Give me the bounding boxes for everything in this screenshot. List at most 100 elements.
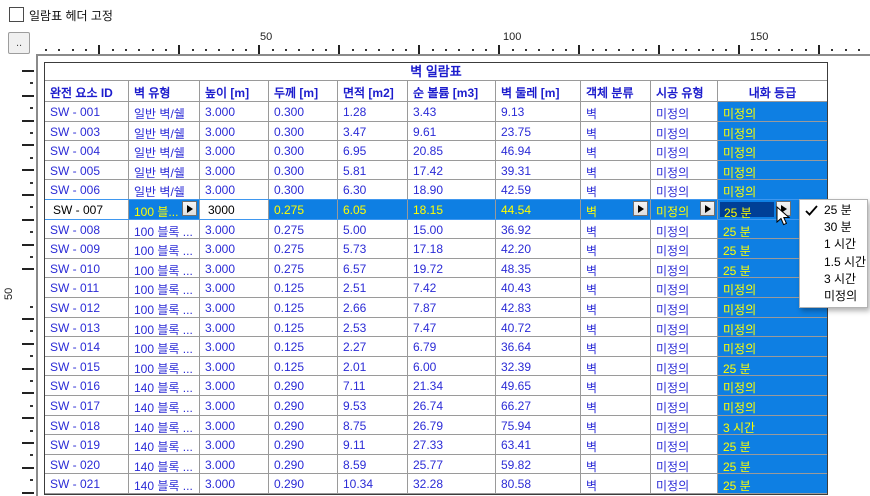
cell-area[interactable]: 5.81 [338,160,408,181]
cell-perimeter[interactable]: 40.72 [496,317,581,338]
cell-perimeter[interactable]: 40.43 [496,278,581,298]
cell-height[interactable]: 3.000 [200,219,269,240]
cell-construction[interactable]: 미정의 [651,337,718,357]
cell-construction[interactable]: 미정의 [651,356,718,377]
cell-construction[interactable]: 미정의 [651,376,718,396]
cell-perimeter[interactable]: 36.64 [496,337,581,357]
col-header-thickness[interactable]: 두께 [m] [269,81,338,101]
dropdown-arrow-button[interactable] [700,201,715,217]
cell-type[interactable]: 140 블록 ... [129,415,200,436]
cell-volume[interactable]: 7.47 [408,317,496,338]
cell-height[interactable]: 3.000 [200,258,269,279]
cell-height[interactable]: 3.000 [200,376,269,396]
cell-construction[interactable]: 미정의 [651,278,718,298]
cell-category[interactable]: 벽 [581,297,651,318]
cell-height[interactable]: 3.000 [200,395,269,416]
cell-fire[interactable]: 미정의 [718,160,827,181]
cell-type[interactable]: 일반 벽/쉘 [129,141,200,161]
cell-thickness[interactable]: 0.290 [269,395,338,416]
cell-fire[interactable]: 25 분 [718,435,827,455]
cell-fire[interactable]: 미정의 [718,376,827,396]
cell-id[interactable]: SW - 012 [45,297,129,318]
col-header-id[interactable]: 완전 요소 ID [45,81,129,101]
cell-thickness[interactable]: 0.275 [269,239,338,259]
cell-fire[interactable]: 미정의 [718,102,827,122]
cell-thickness[interactable]: 0.125 [269,297,338,318]
cell-category[interactable]: 벽 [581,258,651,279]
cell-volume[interactable]: 3.43 [408,102,496,122]
cell-volume[interactable]: 26.79 [408,415,496,436]
cell-perimeter[interactable]: 75.94 [496,415,581,436]
col-header-height[interactable]: 높이 [m] [200,81,269,101]
cell-height[interactable]: 3.000 [200,317,269,338]
cell-type[interactable]: 140 블록 ... [129,435,200,455]
cell-thickness[interactable]: 0.275 [269,219,338,240]
cell-volume[interactable]: 7.42 [408,278,496,298]
cell-volume[interactable]: 20.85 [408,141,496,161]
cell-type[interactable]: 100 블록 ... [129,356,200,377]
cell-type[interactable]: 100 블록 ... [129,297,200,318]
cell-area[interactable]: 6.57 [338,258,408,279]
col-header-construction[interactable]: 시공 유형 [651,81,718,101]
dropdown-item[interactable]: 미정의 [800,288,867,305]
cell-construction[interactable]: 미정의 [651,297,718,318]
cell-construction[interactable]: 미정의 [651,199,718,220]
cell-category[interactable]: 벽 [581,102,651,122]
cell-volume[interactable]: 26.74 [408,395,496,416]
cell-volume[interactable]: 17.18 [408,239,496,259]
cell-fire[interactable]: 미정의 [718,141,827,161]
cell-area[interactable]: 2.51 [338,278,408,298]
dropdown-item[interactable]: 1 시간 [800,236,867,253]
cell-type[interactable]: 100 블록 ... [129,317,200,338]
cell-height[interactable]: 3.000 [200,337,269,357]
cell-type[interactable]: 100 블... [129,199,200,220]
cell-area[interactable]: 1.28 [338,102,408,122]
cell-id[interactable]: SW - 017 [45,395,129,416]
cell-id[interactable]: SW - 009 [45,239,129,259]
cell-fire[interactable]: 미정의 [718,395,827,416]
cell-id[interactable]: SW - 018 [45,415,129,436]
cell-construction[interactable]: 미정의 [651,415,718,436]
cell-volume[interactable]: 32.28 [408,474,496,494]
cell-construction[interactable]: 미정의 [651,435,718,455]
cell-height[interactable]: 3.000 [200,297,269,318]
cell-thickness[interactable]: 0.125 [269,356,338,377]
cell-category[interactable]: 벽 [581,121,651,142]
cell-construction[interactable]: 미정의 [651,395,718,416]
cell-category[interactable]: 벽 [581,239,651,259]
cell-category[interactable]: 벽 [581,474,651,494]
cell-height[interactable]: 3.000 [200,415,269,436]
cell-perimeter[interactable]: 36.92 [496,219,581,240]
col-header-fire[interactable]: 내화 등급 [718,81,827,101]
cell-thickness[interactable]: 0.275 [269,199,338,220]
cell-type[interactable]: 100 블록 ... [129,258,200,279]
cell-construction[interactable]: 미정의 [651,258,718,279]
cell-volume[interactable]: 21.34 [408,376,496,396]
cell-thickness[interactable]: 0.290 [269,474,338,494]
cell-perimeter[interactable]: 9.13 [496,102,581,122]
cell-perimeter[interactable]: 59.82 [496,454,581,475]
col-header-category[interactable]: 객체 분류 [581,81,651,101]
col-header-perimeter[interactable]: 벽 둘레 [m] [496,81,581,101]
cell-perimeter[interactable]: 42.59 [496,180,581,200]
dropdown-item[interactable]: 30 분 [800,219,867,236]
cell-type[interactable]: 일반 벽/쉘 [129,160,200,181]
cell-area[interactable]: 9.11 [338,435,408,455]
cell-category[interactable]: 벽 [581,356,651,377]
dropdown-item[interactable]: 1.5 시간 [800,254,867,271]
col-header-type[interactable]: 벽 유형 [129,81,200,101]
cell-volume[interactable]: 17.42 [408,160,496,181]
cell-construction[interactable]: 미정의 [651,474,718,494]
cell-perimeter[interactable]: 66.27 [496,395,581,416]
cell-height[interactable]: 3.000 [200,160,269,181]
cell-thickness[interactable]: 0.290 [269,454,338,475]
cell-id[interactable]: SW - 004 [45,141,129,161]
cell-height[interactable]: 3.000 [200,180,269,200]
cell-height[interactable]: 3.000 [200,435,269,455]
cell-id[interactable]: SW - 001 [45,102,129,122]
cell-construction[interactable]: 미정의 [651,239,718,259]
cell-volume[interactable]: 19.72 [408,258,496,279]
cell-area[interactable]: 10.34 [338,474,408,494]
cell-volume[interactable]: 27.33 [408,435,496,455]
cell-thickness[interactable]: 0.290 [269,435,338,455]
